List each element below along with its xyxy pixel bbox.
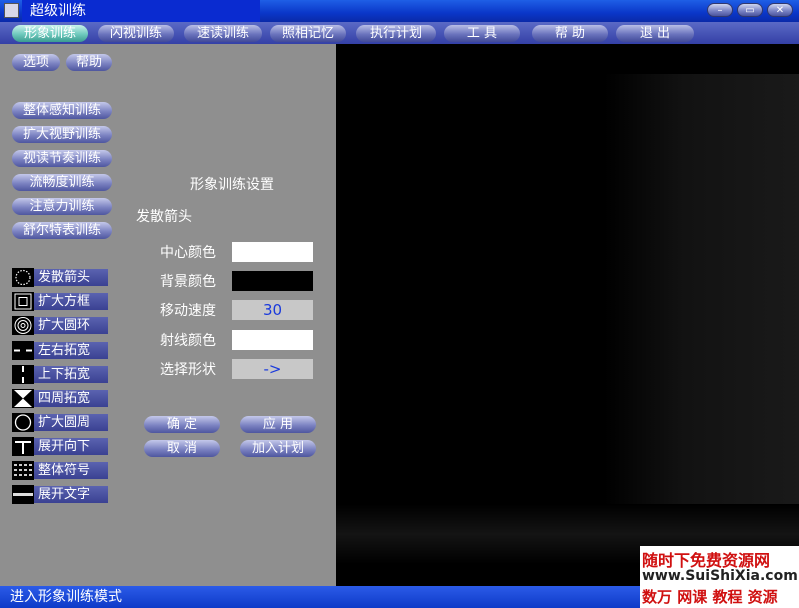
apply-button[interactable]: 应 用 <box>240 416 316 433</box>
window-title: 超级训练 <box>22 0 260 22</box>
center-color-label: 中心颜色 <box>160 245 216 261</box>
menu-image-training[interactable]: 形象训练 <box>12 25 88 42</box>
watermark: 随时下免费资源网 www.SuiShiXia.com 数万 网课 教程 资源 <box>640 546 799 608</box>
attention-training-button[interactable]: 注意力训练 <box>12 198 112 215</box>
menu-tools[interactable]: 工 具 <box>444 25 520 42</box>
menu-exit[interactable]: 退 出 <box>616 25 694 42</box>
mode-item-whole-symbol[interactable]: 整体符号 <box>12 461 108 480</box>
mode-item-radial-arrows[interactable]: 发散箭头 <box>12 268 108 287</box>
expand-down-icon <box>12 437 34 456</box>
mode-item-label: 扩大方框 <box>34 293 108 310</box>
minimize-button[interactable]: – <box>707 3 733 17</box>
mode-item-label: 上下拓宽 <box>34 366 108 383</box>
menu-flash-training[interactable]: 闪视训练 <box>98 25 174 42</box>
menu-speed-reading[interactable]: 速读训练 <box>184 25 262 42</box>
menu-execute-plan[interactable]: 执行计划 <box>356 25 436 42</box>
help-button[interactable]: 帮助 <box>66 54 112 71</box>
background-color-label: 背景颜色 <box>160 274 216 290</box>
mode-item-label: 展开文字 <box>34 486 108 503</box>
schulte-table-training-button[interactable]: 舒尔特表训练 <box>12 222 112 239</box>
mode-item-expand-text[interactable]: 展开文字 <box>12 485 108 504</box>
close-button[interactable]: ✕ <box>767 3 793 17</box>
expand-vision-training-button[interactable]: 扩大视野训练 <box>12 126 112 143</box>
mode-item-up-down-widen[interactable]: 上下拓宽 <box>12 365 108 384</box>
mode-item-label: 发散箭头 <box>34 269 108 286</box>
hourglass-icon <box>12 389 34 408</box>
app-icon[interactable] <box>4 3 19 18</box>
mode-item-expand-ring[interactable]: 扩大圆环 <box>12 316 108 335</box>
fluency-training-button[interactable]: 流畅度训练 <box>12 174 112 191</box>
settings-title: 形象训练设置 <box>190 177 274 193</box>
cancel-button[interactable]: 取 消 <box>144 440 220 457</box>
options-button[interactable]: 选项 <box>12 54 60 71</box>
move-speed-label: 移动速度 <box>160 303 216 319</box>
mode-item-all-around-widen[interactable]: 四周拓宽 <box>12 389 108 408</box>
nested-square-icon <box>12 292 34 311</box>
mode-item-expand-down[interactable]: 展开向下 <box>12 437 108 456</box>
menu-help[interactable]: 帮 助 <box>532 25 608 42</box>
mode-item-label: 四周拓宽 <box>34 390 108 407</box>
title-bar: 超级训练 – ▭ ✕ <box>0 0 799 22</box>
canvas-glow <box>604 74 799 554</box>
mode-item-left-right-widen[interactable]: 左右拓宽 <box>12 341 108 360</box>
ray-color-swatch[interactable] <box>232 330 313 350</box>
mode-item-label: 整体符号 <box>34 462 108 479</box>
mode-item-label: 扩大圆周 <box>34 414 108 431</box>
horizontal-dash-icon <box>12 341 34 360</box>
background-color-swatch[interactable] <box>232 271 313 291</box>
mode-item-label: 扩大圆环 <box>34 317 108 334</box>
mode-item-label: 展开向下 <box>34 438 108 455</box>
center-color-swatch[interactable] <box>232 242 313 262</box>
menu-bar: 形象训练 闪视训练 速读训练 照相记忆 执行计划 工 具 帮 助 退 出 <box>0 22 799 44</box>
select-shape-field[interactable]: -> <box>232 359 313 379</box>
circle-outline-icon <box>12 413 34 432</box>
maximize-button[interactable]: ▭ <box>737 3 763 17</box>
menu-photo-memory[interactable]: 照相记忆 <box>270 25 346 42</box>
concentric-circle-icon <box>12 316 34 335</box>
text-strip-icon <box>12 485 34 504</box>
vertical-dash-icon <box>12 365 34 384</box>
reading-rhythm-training-button[interactable]: 视读节奏训练 <box>12 150 112 167</box>
move-speed-field[interactable]: 30 <box>232 300 313 320</box>
mode-item-expand-square[interactable]: 扩大方框 <box>12 292 108 311</box>
mode-item-label: 左右拓宽 <box>34 342 108 359</box>
training-canvas[interactable] <box>336 44 799 586</box>
ray-color-label: 射线颜色 <box>160 333 216 349</box>
radial-dots-icon <box>12 268 34 287</box>
select-shape-label: 选择形状 <box>160 362 216 378</box>
settings-mode-name: 发散箭头 <box>136 209 192 225</box>
add-to-plan-button[interactable]: 加入计划 <box>240 440 316 457</box>
watermark-line-2: www.SuiShiXia.com <box>642 568 798 584</box>
mode-item-expand-circle[interactable]: 扩大圆周 <box>12 413 108 432</box>
symbol-grid-icon <box>12 461 34 480</box>
ok-button[interactable]: 确 定 <box>144 416 220 433</box>
whole-perception-training-button[interactable]: 整体感知训练 <box>12 102 112 119</box>
status-bar: 进入形象训练模式 <box>0 586 640 608</box>
watermark-line-3: 数万 网课 教程 资源 <box>642 588 778 606</box>
